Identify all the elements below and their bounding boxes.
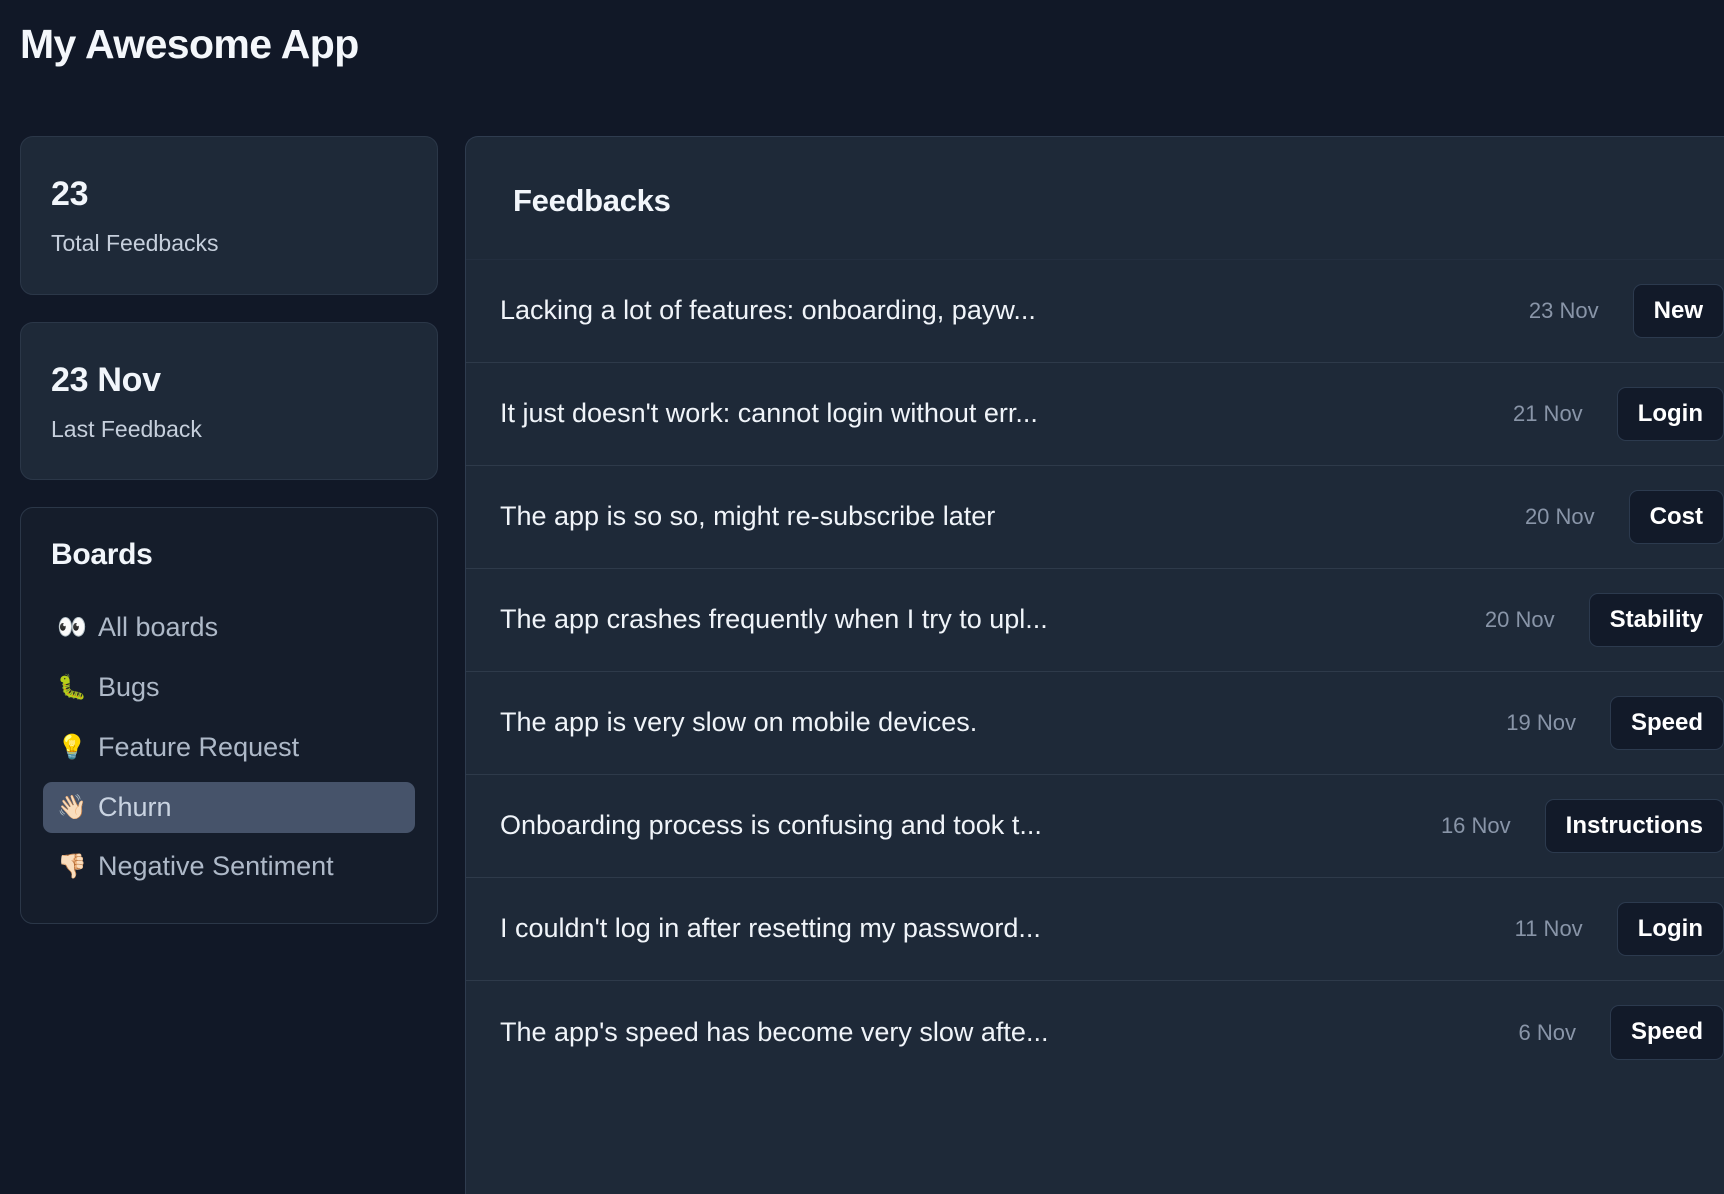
status-badge[interactable]: New	[1632, 283, 1724, 339]
sidebar-item-churn[interactable]: 👋🏻 Churn	[43, 781, 415, 834]
feedback-text: The app is so so, might re-subscribe lat…	[500, 501, 996, 532]
status-badge[interactable]: Cost	[1628, 489, 1724, 545]
boards-list: 👀 All boards 🐛 Bugs 💡 Feature Request 👋🏻…	[43, 602, 415, 893]
feedbacks-list: Lacking a lot of features: onboarding, p…	[466, 260, 1724, 1084]
sidebar: 23 Total Feedbacks 23 Nov Last Feedback …	[0, 136, 465, 925]
eyes-icon: 👀	[57, 614, 87, 642]
lightbulb-icon: 💡	[57, 733, 87, 761]
table-row[interactable]: The app is so so, might re-subscribe lat…	[466, 466, 1724, 569]
stat-card-total-feedbacks: 23 Total Feedbacks	[20, 136, 438, 295]
feedback-date: 21 Nov	[1512, 401, 1583, 426]
feedbacks-panel: Feedbacks Lacking a lot of features: onb…	[465, 136, 1724, 1194]
feedback-date: 23 Nov	[1528, 298, 1599, 323]
sidebar-item-label: Churn	[98, 791, 172, 822]
status-badge[interactable]: Speed	[1609, 695, 1724, 751]
stat-label: Total Feedbacks	[51, 230, 219, 257]
feedback-date: 20 Nov	[1484, 607, 1555, 632]
feedback-date: 11 Nov	[1514, 916, 1583, 941]
page-title: My Awesome App	[20, 21, 359, 67]
feedback-text: The app's speed has become very slow aft…	[500, 1016, 1049, 1047]
status-badge[interactable]: Speed	[1609, 1005, 1724, 1060]
stat-value: 23	[51, 175, 89, 213]
status-badge[interactable]: Instructions	[1544, 798, 1724, 854]
feedback-text: Lacking a lot of features: onboarding, p…	[500, 295, 1036, 326]
table-row[interactable]: I couldn't log in after resetting my pas…	[466, 878, 1724, 981]
bug-icon: 🐛	[57, 674, 87, 701]
sidebar-item-label: Bugs	[98, 672, 160, 703]
feedbacks-header: Feedbacks	[466, 137, 1724, 260]
feedback-text: I couldn't log in after resetting my pas…	[500, 913, 1041, 944]
feedback-text: Onboarding process is confusing and took…	[500, 810, 1042, 841]
sidebar-item-label: Feature Request	[98, 731, 300, 762]
table-row[interactable]: The app crashes frequently when I try to…	[466, 569, 1724, 672]
sidebar-item-all-boards[interactable]: 👀 All boards	[43, 602, 415, 654]
table-row[interactable]: It just doesn't work: cannot login witho…	[466, 363, 1724, 466]
sidebar-item-bugs[interactable]: 🐛 Bugs	[43, 662, 415, 714]
feedback-date: 20 Nov	[1524, 504, 1595, 529]
status-badge[interactable]: Login	[1616, 901, 1724, 957]
stat-label: Last Feedback	[51, 415, 202, 442]
sidebar-item-negative-sentiment[interactable]: 👎🏻 Negative Sentiment	[43, 841, 415, 893]
sidebar-item-feature-request[interactable]: 💡 Feature Request	[43, 722, 415, 774]
table-row[interactable]: Onboarding process is confusing and took…	[466, 775, 1724, 878]
stat-value: 23 Nov	[51, 360, 161, 399]
feedbacks-heading: Feedbacks	[513, 183, 671, 218]
sidebar-item-label: Negative Sentiment	[98, 851, 334, 882]
stat-card-last-feedback: 23 Nov Last Feedback	[20, 321, 438, 481]
feedback-text: It just doesn't work: cannot login witho…	[500, 398, 1038, 429]
table-row[interactable]: The app's speed has become very slow aft…	[466, 981, 1724, 1084]
status-badge[interactable]: Login	[1616, 386, 1724, 442]
boards-heading: Boards	[51, 538, 153, 572]
table-row[interactable]: The app is very slow on mobile devices. …	[466, 672, 1724, 775]
status-badge[interactable]: Stability	[1588, 592, 1724, 648]
feedback-text: The app crashes frequently when I try to…	[500, 604, 1048, 635]
table-row[interactable]: Lacking a lot of features: onboarding, p…	[466, 260, 1724, 363]
feedback-date: 6 Nov	[1518, 1019, 1576, 1045]
sidebar-item-label: All boards	[98, 612, 219, 643]
boards-card: Boards 👀 All boards 🐛 Bugs 💡 Feature Req…	[20, 507, 438, 925]
thumbs-down-icon: 👎🏻	[57, 853, 87, 881]
waving-hand-icon: 👋🏻	[57, 793, 87, 821]
feedback-date: 16 Nov	[1440, 813, 1511, 838]
feedback-text: The app is very slow on mobile devices.	[500, 707, 978, 738]
app-layout: 23 Total Feedbacks 23 Nov Last Feedback …	[0, 136, 1724, 1194]
feedback-date: 19 Nov	[1506, 710, 1576, 735]
